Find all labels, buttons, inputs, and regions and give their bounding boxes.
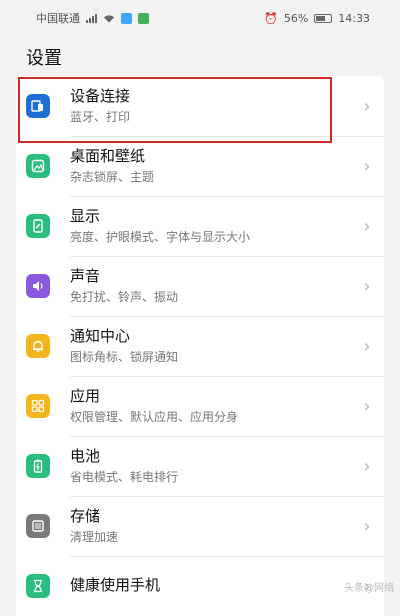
settings-item-apps[interactable]: 应用 权限管理、默认应用、应用分身 › (16, 376, 384, 436)
item-subtitle: 图标角标、锁屏通知 (70, 350, 179, 364)
chevron-right-icon: › (363, 455, 371, 477)
settings-item-notifications[interactable]: 通知中心 图标角标、锁屏通知 › (16, 316, 384, 376)
item-subtitle: 亮度、护眼模式、字体与显示大小 (70, 230, 251, 244)
chevron-right-icon: › (363, 515, 371, 537)
notification-bell-icon (26, 334, 50, 358)
chevron-right-icon: › (363, 155, 371, 177)
status-right: ⏰ 56% 14:33 (264, 12, 370, 25)
signal-icon (86, 13, 97, 23)
settings-item-sound[interactable]: 声音 免打扰、铃声、振动 › (16, 256, 384, 316)
highlight-box (18, 77, 332, 143)
wifi-icon (104, 14, 114, 22)
chevron-right-icon: › (363, 95, 371, 117)
page-title: 设置 (26, 48, 62, 69)
chevron-right-icon: › (363, 395, 371, 417)
settings-item-display[interactable]: 显示 亮度、护眼模式、字体与显示大小 › (16, 196, 384, 256)
item-title: 应用 (70, 387, 101, 405)
battery-status-icon (314, 13, 333, 23)
item-subtitle: 免打扰、铃声、振动 (70, 290, 179, 304)
status-bar: 中国联通 ⏰ 56% 14:33 (0, 0, 400, 36)
chevron-right-icon: › (363, 275, 371, 297)
sound-icon (26, 274, 50, 298)
message-notification-icon (138, 12, 149, 24)
settings-item-digital-balance[interactable]: 健康使用手机 › (16, 556, 384, 616)
item-texts: 通知中心 图标角标、锁屏通知 (70, 326, 356, 366)
storage-icon (26, 514, 50, 538)
hourglass-icon (26, 574, 50, 598)
display-icon (26, 214, 50, 238)
alarm-icon: ⏰ (264, 11, 278, 25)
item-texts: 声音 免打扰、铃声、振动 (70, 266, 356, 306)
item-title: 通知中心 (70, 327, 131, 345)
clock: 14:33 (338, 11, 370, 25)
app-notification-icon (121, 12, 132, 24)
apps-grid-icon (26, 394, 50, 418)
item-texts: 显示 亮度、护眼模式、字体与显示大小 (70, 206, 356, 246)
item-title: 电池 (70, 447, 101, 465)
item-title: 健康使用手机 (70, 576, 161, 594)
item-subtitle: 杂志锁屏、主题 (70, 170, 155, 184)
status-left: 中国联通 (36, 10, 149, 26)
item-title: 声音 (70, 267, 101, 285)
wallpaper-icon (26, 154, 50, 178)
item-texts: 健康使用手机 (70, 575, 356, 597)
item-texts: 桌面和壁纸 杂志锁屏、主题 (70, 146, 356, 186)
item-texts: 应用 权限管理、默认应用、应用分身 (70, 386, 356, 426)
carrier-label: 中国联通 (36, 12, 80, 25)
settings-item-wallpaper[interactable]: 桌面和壁纸 杂志锁屏、主题 › (16, 136, 384, 196)
item-title: 显示 (70, 207, 101, 225)
item-subtitle: 权限管理、默认应用、应用分身 (70, 410, 239, 424)
item-subtitle: 清理加速 (70, 530, 119, 544)
item-title: 桌面和壁纸 (70, 147, 146, 165)
battery-icon (26, 454, 50, 478)
battery-percent: 56% (283, 11, 309, 25)
chevron-right-icon: › (363, 335, 371, 357)
watermark: 头条@网络 (344, 583, 394, 594)
settings-item-battery[interactable]: 电池 省电模式、耗电排行 › (16, 436, 384, 496)
item-texts: 存储 清理加速 (70, 506, 356, 546)
item-title: 存储 (70, 507, 101, 525)
item-texts: 电池 省电模式、耗电排行 (70, 446, 356, 486)
item-subtitle: 省电模式、耗电排行 (70, 470, 179, 484)
settings-item-storage[interactable]: 存储 清理加速 › (16, 496, 384, 556)
chevron-right-icon: › (363, 215, 371, 237)
settings-list: 设备连接 蓝牙、打印 › 桌面和壁纸 杂志锁屏、主题 › 显示 亮度、护眼模式、… (16, 76, 384, 616)
